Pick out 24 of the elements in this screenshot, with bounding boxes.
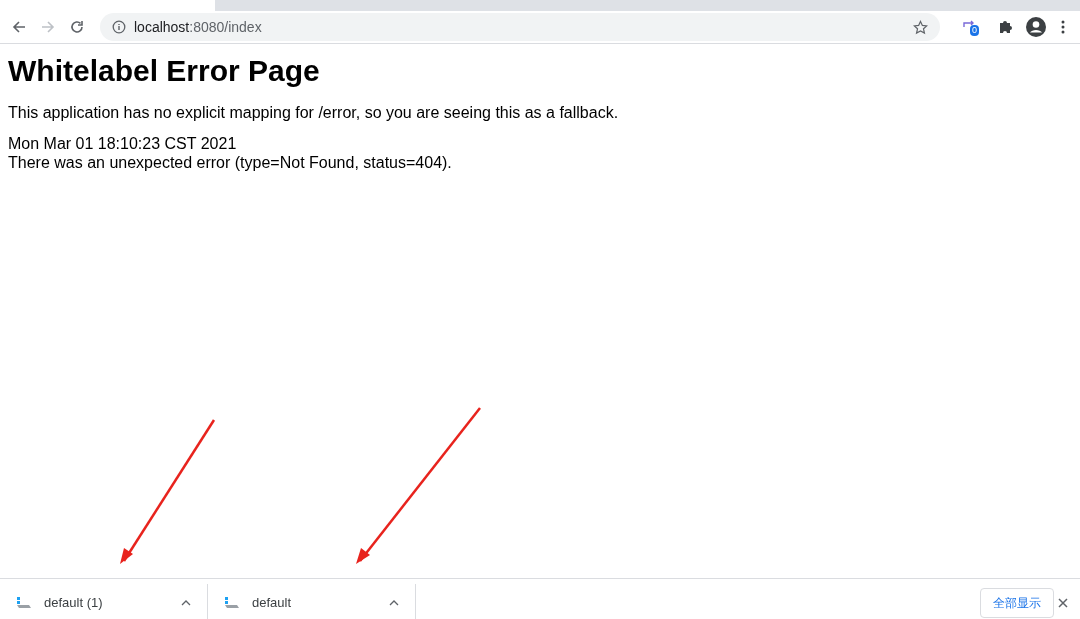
url-text: localhost:8080/index xyxy=(134,17,263,37)
address-bar[interactable]: localhost:8080/index xyxy=(100,13,940,41)
puzzle-piece-icon[interactable] xyxy=(998,19,1014,35)
close-icon[interactable] xyxy=(1058,598,1068,608)
drive-icon xyxy=(16,597,32,609)
page-heading: Whitelabel Error Page xyxy=(8,53,321,89)
download-name: default xyxy=(252,594,293,613)
download-name: default (1) xyxy=(44,594,104,613)
error-message: This application has no explicit mapping for /error, so you are seeing this as a fallback. xyxy=(8,103,620,123)
profile-icon[interactable] xyxy=(1026,17,1046,37)
back-icon[interactable] xyxy=(11,19,27,35)
drive-icon xyxy=(224,597,240,609)
caret-icon[interactable] xyxy=(181,600,191,606)
show-all-button[interactable]: 全部显示 xyxy=(980,588,1054,618)
download-item[interactable]: default xyxy=(208,584,416,619)
menu-icon[interactable] xyxy=(1060,19,1066,35)
extension-badge: 0 xyxy=(970,25,979,36)
download-item[interactable]: default (1) xyxy=(0,584,208,619)
info-icon xyxy=(112,20,126,34)
caret-icon[interactable] xyxy=(389,600,399,606)
timestamp: Mon Mar 01 18:10:23 CST 2021 xyxy=(8,134,238,153)
reload-icon[interactable] xyxy=(69,19,85,35)
error-details: There was an unexpected error (type=Not Found, status=404). xyxy=(8,153,453,172)
star-icon[interactable] xyxy=(913,19,928,35)
